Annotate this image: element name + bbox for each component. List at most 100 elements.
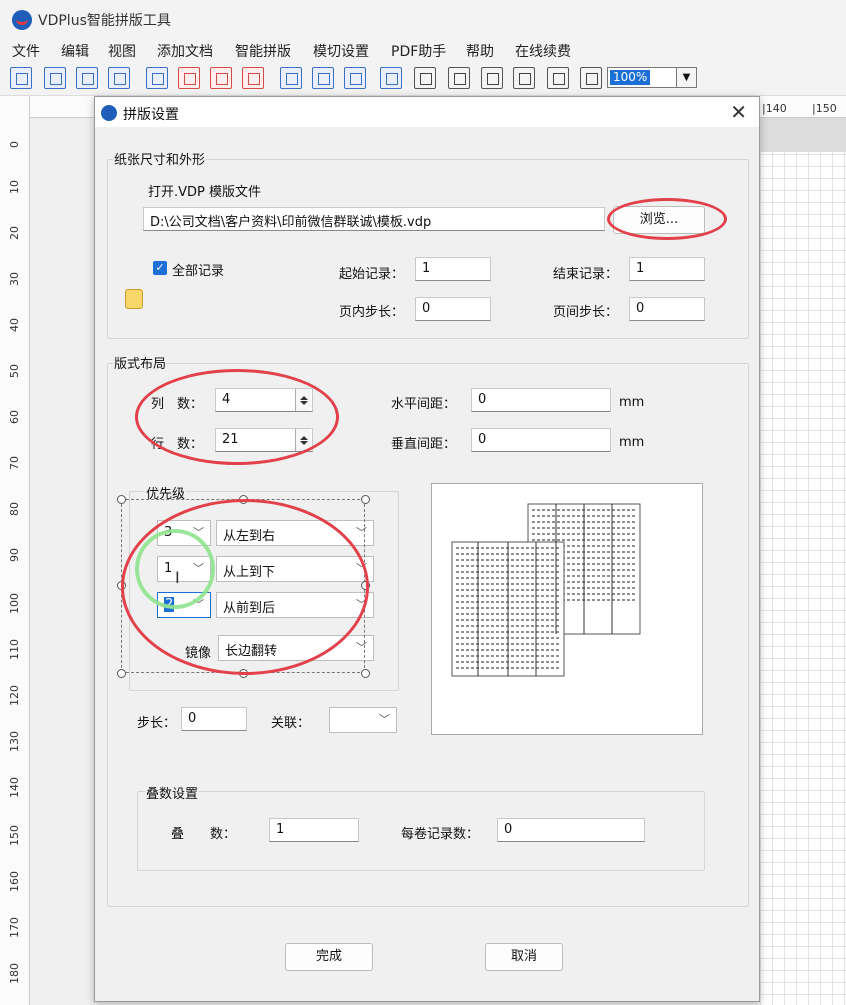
zoom-value: 100% [610, 70, 651, 85]
resize-handle[interactable] [239, 669, 248, 678]
vgap-input[interactable]: 0 [471, 428, 611, 452]
template-path-input[interactable]: D:\公司文档\客户资料\印前微信群联诚\模板.vdp [143, 207, 605, 231]
menu-die-cut-settings[interactable]: 模切设置 [313, 41, 369, 61]
ruler-left-label: 40 [8, 318, 21, 332]
menu-online-renewal[interactable]: 在线续费 [515, 41, 571, 61]
close-icon[interactable]: ✕ [730, 100, 747, 124]
menu-edit[interactable]: 编辑 [61, 41, 89, 61]
ruler-left-label: 0 [8, 141, 21, 148]
fit-icon[interactable] [380, 67, 402, 89]
ruler-left: 0 10 20 30 40 50 60 70 80 90 100 110 120… [0, 96, 30, 1005]
chevron-down-icon: ﹀ [356, 562, 367, 575]
close-doc-icon[interactable] [44, 67, 66, 89]
menu-help[interactable]: 帮助 [466, 41, 494, 61]
ruler-left-label: 100 [8, 593, 21, 614]
end-record-input[interactable]: 1 [629, 257, 705, 281]
chevron-down-icon: ﹀ [356, 526, 367, 539]
resize-handle[interactable] [361, 495, 370, 504]
priority-direction-select[interactable]: 从前到后 ﹀ [216, 592, 374, 618]
image-icon[interactable] [312, 67, 334, 89]
vgap-unit: mm [619, 435, 645, 450]
zoom-in-icon[interactable] [547, 67, 569, 89]
browse-button[interactable]: 浏览... [613, 206, 705, 234]
hand-icon[interactable] [448, 67, 470, 89]
list-icon[interactable] [10, 67, 32, 89]
design-canvas[interactable] [760, 118, 846, 1005]
grid-icon[interactable] [280, 67, 302, 89]
priority-number-value: 1 [164, 561, 173, 576]
resize-handle[interactable] [117, 669, 126, 678]
ruler-left-label: 10 [8, 180, 21, 194]
pdf-export-icon[interactable] [242, 67, 264, 89]
save-icon[interactable] [108, 67, 130, 89]
pdf-search-icon[interactable] [210, 67, 232, 89]
step-input[interactable]: 0 [181, 707, 247, 731]
records-per-roll-input[interactable]: 0 [497, 818, 645, 842]
pdf-icon[interactable] [178, 67, 200, 89]
menu-smart-imposition[interactable]: 智能拼版 [235, 41, 291, 61]
inpage-step-input[interactable]: 0 [415, 297, 491, 321]
stack-count-input[interactable]: 1 [269, 818, 359, 842]
ruler-left-label: 140 [8, 777, 21, 798]
priority-number-select[interactable]: 1 ﹀ [157, 556, 211, 582]
ruler-left-label: 110 [8, 639, 21, 660]
stack-group-label: 叠数设置 [145, 783, 200, 802]
rotate-icon[interactable] [513, 67, 535, 89]
priority-direction-select[interactable]: 从左到右 ﹀ [216, 520, 374, 546]
mirror-select[interactable]: 长边翻转 ﹀ [218, 635, 374, 661]
resize-handle[interactable] [239, 495, 248, 504]
ruler-left-label: 30 [8, 272, 21, 286]
rows-spinner[interactable] [295, 429, 311, 451]
columns-spinner[interactable] [295, 389, 311, 411]
resize-handle[interactable] [117, 495, 126, 504]
menu-add-document[interactable]: 添加文档 [157, 41, 213, 61]
ruler-left-label: 70 [8, 456, 21, 470]
start-record-input[interactable]: 1 [415, 257, 491, 281]
all-records-checkbox[interactable]: ✓ [153, 261, 167, 275]
chevron-down-icon: ﹀ [356, 598, 367, 611]
hgap-input[interactable]: 0 [471, 388, 611, 412]
canvas-margin [760, 118, 846, 152]
resize-handle[interactable] [361, 581, 370, 590]
interpage-step-input[interactable]: 0 [629, 297, 705, 321]
hgap-unit: mm [619, 395, 645, 410]
toolbar [0, 62, 846, 96]
priority-number-select[interactable]: 3 ﹀ [157, 520, 211, 546]
priority-direction-value: 从左到右 [223, 529, 276, 544]
mirror-label: 镜像 [185, 646, 212, 661]
interpage-step-label: 页间步长： [553, 305, 619, 320]
database-icon[interactable] [125, 289, 143, 309]
all-records-label: 全部记录 [172, 264, 225, 279]
ruler-top-label: |140 [762, 102, 787, 115]
zoom-out-icon[interactable] [580, 67, 602, 89]
resize-handle[interactable] [117, 581, 126, 590]
zoom-select[interactable]: 100% ▼ [607, 67, 697, 88]
mirror-value: 长边翻转 [225, 644, 278, 659]
menu-pdf-assistant[interactable]: PDF助手 [391, 41, 446, 61]
chevron-down-icon[interactable]: ▼ [676, 68, 696, 87]
priority-number-value: 2 [164, 597, 175, 612]
ruler-left-label: 60 [8, 410, 21, 424]
ruler-top-label: |150 [812, 102, 837, 115]
vdp-icon[interactable] [146, 67, 168, 89]
resize-handle[interactable] [361, 669, 370, 678]
text-icon[interactable] [481, 67, 503, 89]
priority-number-select[interactable]: 2 ﹀ [157, 592, 211, 618]
priority-direction-select[interactable]: 从上到下 ﹀ [216, 556, 374, 582]
step-label: 步长： [137, 716, 177, 731]
imposition-settings-dialog: 拼版设置 ✕ 纸张尺寸和外形 打开.VDP 模版文件 D:\公司文档\客户资料\… [94, 96, 760, 1002]
pointer-icon[interactable] [414, 67, 436, 89]
edit-icon[interactable] [76, 67, 98, 89]
finish-button[interactable]: 完成 [285, 943, 373, 971]
link-select[interactable]: ﹀ [329, 707, 397, 733]
ruler-left-label: 90 [8, 548, 21, 562]
menu-view[interactable]: 视图 [108, 41, 136, 61]
cancel-button[interactable]: 取消 [485, 943, 563, 971]
dialog-title: 拼版设置 [123, 107, 179, 123]
vgap-label: 垂直间距： [391, 437, 457, 452]
records-per-roll-label: 每卷记录数： [401, 827, 480, 842]
app-logo-icon [12, 10, 32, 30]
priority-direction-value: 从上到下 [223, 565, 276, 580]
menu-file[interactable]: 文件 [12, 41, 40, 61]
picture-icon[interactable] [344, 67, 366, 89]
